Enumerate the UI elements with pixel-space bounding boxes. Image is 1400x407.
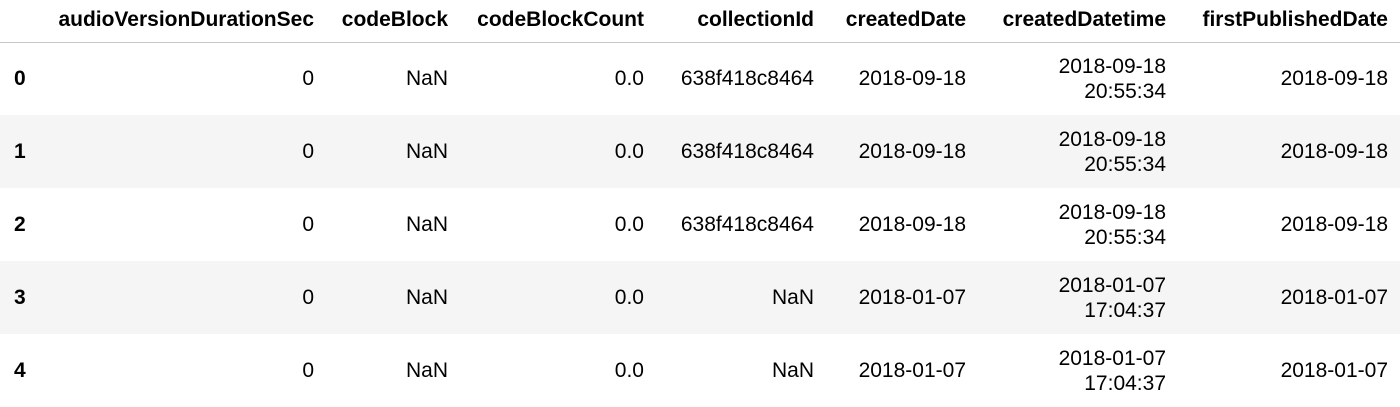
table-cell: 638f418c8464 — [680, 213, 814, 236]
table-cell: 2018-01-07 17:04:37 — [978, 261, 1178, 334]
table-row: 2 0 NaN 0.0 638f418c8464 2018-09-18 2018… — [0, 188, 1400, 261]
table-cell: 2018-01-07 — [858, 286, 966, 309]
column-header: collectionId — [697, 7, 814, 31]
column-header: codeBlock — [341, 7, 448, 31]
dataframe-table: audioVersionDurationSec codeBlock codeBl… — [0, 0, 1400, 407]
datetime-date: 2018-01-07 — [1058, 346, 1166, 370]
table-cell: 2018-01-07 — [858, 359, 966, 382]
datetime-date: 2018-01-07 — [1058, 273, 1166, 297]
table-cell: 0 — [302, 67, 314, 91]
table-cell: NaN — [771, 286, 814, 309]
table-cell: 2018-09-18 — [858, 213, 966, 236]
column-header: createdDate — [845, 7, 966, 31]
table-cell: 0 — [302, 286, 314, 309]
table-cell: 2018-09-18 — [1280, 213, 1388, 236]
datetime-time: 20:55:34 — [1084, 225, 1166, 249]
column-header: codeBlockCount — [477, 7, 644, 31]
table-cell: NaN — [771, 359, 814, 382]
table-cell: 0.0 — [614, 67, 644, 91]
table-cell: NaN — [405, 286, 448, 309]
table-cell: 2018-09-18 — [1280, 140, 1388, 163]
table-cell: 2018-09-18 — [1280, 67, 1388, 91]
datetime-date: 2018-09-18 — [1058, 200, 1166, 224]
table-cell: NaN — [405, 359, 448, 382]
table-cell: 2018-09-18 — [858, 67, 966, 91]
datetime-time: 17:04:37 — [1084, 371, 1166, 395]
row-index: 0 — [14, 66, 26, 90]
table-row: 1 0 NaN 0.0 638f418c8464 2018-09-18 2018… — [0, 115, 1400, 188]
table-cell: NaN — [405, 140, 448, 163]
table-cell: 2018-01-07 — [1280, 359, 1388, 382]
datetime-time: 20:55:34 — [1084, 152, 1166, 176]
table-cell: 2018-09-18 20:55:34 — [978, 188, 1178, 261]
table-cell: NaN — [405, 67, 448, 91]
column-header: audioVersionDurationSec — [58, 7, 314, 31]
table-cell: 2018-01-07 — [1280, 286, 1388, 309]
table-cell: 0 — [302, 213, 314, 236]
row-index: 1 — [14, 139, 26, 163]
table-cell: 2018-09-18 — [858, 140, 966, 163]
datetime-date: 2018-09-18 — [1058, 127, 1166, 151]
table-cell: 0.0 — [614, 213, 644, 236]
table-cell: 2018-01-07 17:04:37 — [978, 334, 1178, 407]
table-cell: 0.0 — [614, 359, 644, 382]
column-header: firstPublishedDate — [1202, 7, 1388, 31]
header-row: audioVersionDurationSec codeBlock codeBl… — [0, 0, 1400, 42]
table-row: 3 0 NaN 0.0 NaN 2018-01-07 2018-01-07 17… — [0, 261, 1400, 334]
table-cell: 0 — [302, 359, 314, 382]
table-cell: NaN — [405, 213, 448, 236]
column-header: createdDatetime — [1002, 7, 1166, 31]
table-cell: 2018-09-18 20:55:34 — [978, 115, 1178, 188]
datetime-time: 20:55:34 — [1084, 79, 1166, 103]
datetime-time: 17:04:37 — [1084, 298, 1166, 322]
table-row: 0 0 NaN 0.0 638f418c8464 2018-09-18 2018… — [0, 42, 1400, 115]
table-cell: 2018-09-18 20:55:34 — [978, 42, 1178, 115]
table-row: 4 0 NaN 0.0 NaN 2018-01-07 2018-01-07 17… — [0, 334, 1400, 407]
datetime-date: 2018-09-18 — [1058, 54, 1166, 78]
index-header — [0, 0, 48, 42]
row-index: 3 — [14, 285, 26, 309]
table-cell: 638f418c8464 — [680, 67, 814, 91]
table-cell: 0.0 — [614, 140, 644, 163]
row-index: 4 — [14, 358, 26, 382]
table-cell: 0.0 — [614, 286, 644, 309]
row-index: 2 — [14, 212, 26, 236]
table-cell: 638f418c8464 — [680, 140, 814, 163]
table-cell: 0 — [302, 140, 314, 163]
